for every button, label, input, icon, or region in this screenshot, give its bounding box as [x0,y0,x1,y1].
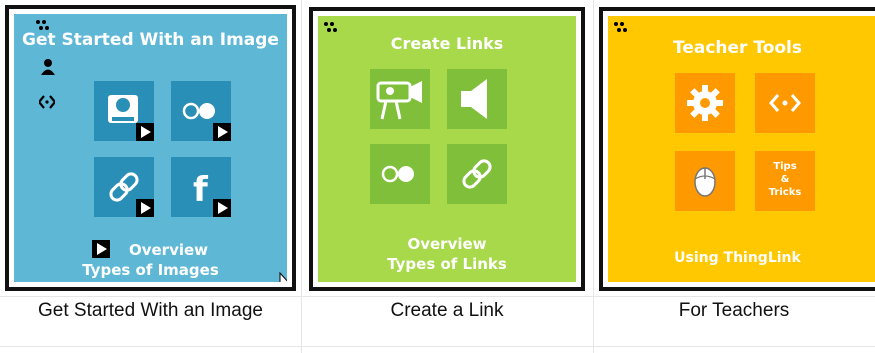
card-caption: For Teachers [678,300,790,321]
facebook-icon[interactable]: f [171,157,231,217]
play-icon [213,123,231,141]
card-title: Get Started With an Image [22,30,279,50]
types-of-images-link[interactable]: Types of Images [14,260,287,280]
ampersand-label: & [780,174,790,185]
play-icon [136,199,154,217]
link-icon[interactable] [447,144,507,204]
link-icon[interactable] [94,157,154,217]
embed-icon[interactable] [39,95,55,109]
mouse-cursor-icon [279,272,287,282]
mouse-icon[interactable] [675,151,735,211]
card-title: Teacher Tools [673,38,802,58]
gear-icon[interactable] [675,73,735,133]
card-background: Get Started With an Image f Overview Typ… [14,14,287,282]
overview-link[interactable]: Overview [318,234,576,254]
play-icon [213,199,231,217]
play-icon [136,123,154,141]
card-caption: Get Started With an Image [38,300,263,321]
create-links-card[interactable]: Create Links Overview Types of Links [309,7,585,291]
types-of-links-link[interactable]: Types of Links [318,254,576,274]
card-background: Teacher Tools Tips & Tricks Using ThingL… [608,16,875,282]
flickr-icon[interactable] [370,144,430,204]
person-icon[interactable] [41,59,55,75]
tricks-label: Tricks [768,187,802,198]
card-caption: Create a Link [390,300,504,321]
video-camera-icon[interactable] [370,69,430,129]
overview-link[interactable]: Overview [14,240,287,260]
table-divider [0,296,875,297]
svg-text:f: f [193,170,209,210]
using-thinglink-link[interactable]: Using ThingLink [608,248,875,268]
flickr-icon[interactable] [171,81,231,141]
get-started-card[interactable]: Get Started With an Image f Overview Typ… [5,5,296,291]
embed-code-icon[interactable] [755,73,815,133]
tips-label: Tips [773,161,797,172]
tag-marker-icon[interactable] [36,20,50,32]
tag-marker-icon[interactable] [324,22,338,34]
tag-marker-icon[interactable] [614,22,628,34]
speaker-icon[interactable] [447,69,507,129]
card-background: Create Links Overview Types of Links [318,16,576,282]
hard-drive-icon[interactable] [94,81,154,141]
tips-and-tricks-icon[interactable]: Tips & Tricks [755,151,815,211]
table-divider [0,346,875,347]
card-title: Create Links [390,34,504,53]
teacher-tools-card[interactable]: Teacher Tools Tips & Tricks Using ThingL… [599,7,875,291]
